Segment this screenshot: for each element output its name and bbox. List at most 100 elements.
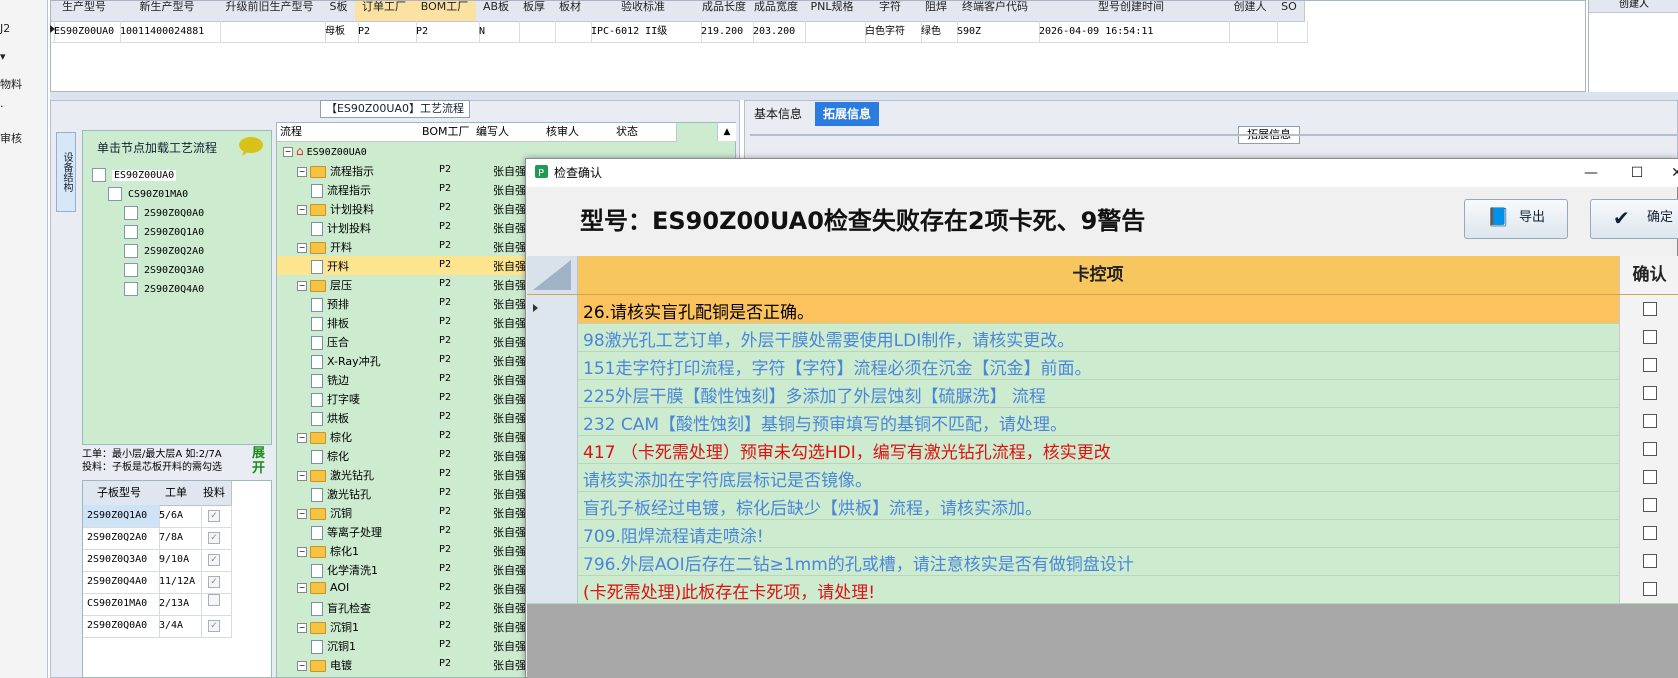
grid-cell[interactable] [1274, 21, 1308, 43]
tab-extended-info[interactable]: 拓展信息 [815, 102, 880, 126]
grid-cell[interactable]: N [476, 21, 520, 43]
column-header[interactable]: S板 [322, 1, 356, 22]
feed-checkbox[interactable]: ✓ [208, 532, 220, 544]
confirm-checkbox[interactable] [1643, 386, 1657, 400]
splitter-bar[interactable] [50, 92, 1678, 100]
confirm-checkbox[interactable] [1643, 582, 1657, 596]
tree-node[interactable]: 2S90Z0Q0A0 [124, 206, 204, 220]
node-checkbox[interactable] [124, 282, 138, 296]
column-header[interactable]: 成品长度 [698, 1, 751, 22]
col-confirm[interactable]: 确认 [1619, 256, 1678, 294]
row-header[interactable] [527, 323, 578, 351]
close-button[interactable]: ✕ [1660, 160, 1678, 186]
collapse-toggle-icon[interactable]: − [297, 433, 307, 443]
maximize-button[interactable]: ☐ [1620, 160, 1654, 186]
confirm-checkbox[interactable] [1643, 442, 1657, 456]
export-button[interactable]: 📘 导出 [1464, 199, 1568, 239]
collapse-toggle-icon[interactable]: − [297, 281, 307, 291]
sub-grid-workorder[interactable]: 2/13A [155, 593, 202, 616]
collapse-toggle-icon[interactable]: − [297, 471, 307, 481]
confirm-checkbox[interactable] [1643, 358, 1657, 372]
confirm-checkbox[interactable] [1643, 414, 1657, 428]
minimize-button[interactable]: — [1574, 160, 1608, 186]
control-item-row[interactable]: 98激光孔工艺订单，外层干膜处需要使用LDI制作，请核实更改。 [527, 323, 1678, 352]
confirm-checkbox[interactable] [1643, 526, 1657, 540]
control-item-row[interactable]: 225外层干膜【酸性蚀刻】多添加了外层蚀刻【硫脲洗】 流程 [527, 379, 1678, 408]
collapse-toggle-icon[interactable]: − [297, 509, 307, 519]
tree-node[interactable]: 2S90Z0Q2A0 [124, 244, 204, 258]
control-item-row[interactable]: 请核实添加在字符底层标记是否镜像。 [527, 463, 1678, 492]
process-grid-header[interactable]: 状态 [613, 123, 677, 142]
tab-device-structure[interactable]: 设备结构 [56, 132, 76, 212]
tree-node[interactable]: ES90Z00UA0 [92, 168, 177, 182]
control-item-row[interactable]: 盲孔子板经过电镀，棕化后缺少【烘板】流程，请核实添加。 [527, 491, 1678, 520]
confirm-checkbox[interactable] [1643, 470, 1657, 484]
grid-cell[interactable] [516, 21, 556, 43]
row-header[interactable] [527, 351, 578, 379]
feed-checkbox[interactable] [208, 594, 220, 606]
column-header[interactable]: 阻焊 [918, 1, 955, 22]
node-checkbox[interactable] [124, 225, 138, 239]
grid-cell[interactable]: 白色字符 [862, 21, 922, 43]
sub-grid-header[interactable]: 投料 [197, 481, 232, 506]
grid-cell[interactable]: 219.200 [698, 21, 754, 43]
node-checkbox[interactable] [124, 206, 138, 220]
confirm-checkbox[interactable] [1643, 330, 1657, 344]
control-item-row[interactable]: 232 CAM【酸性蚀刻】基铜与预审填写的基铜不匹配，请处理。 [527, 407, 1678, 436]
grid-cell[interactable]: 母板 [322, 21, 359, 43]
sub-grid-workorder[interactable]: 5/6A [155, 505, 202, 528]
control-item-row[interactable]: 796.外层AOI后存在二钻≥1mm的孔或槽，请注意核实是否有做铜盘设计 [527, 547, 1678, 576]
grid-cell[interactable] [552, 21, 592, 43]
control-item-row[interactable]: 151走字符打印流程，字符【字符】流程必须在沉金【沉金】前面。 [527, 351, 1678, 380]
process-grid-header[interactable]: 核审人 [543, 123, 617, 142]
feed-checkbox[interactable]: ✓ [208, 576, 220, 588]
sub-grid-model[interactable]: CS90Z01MA0 [83, 593, 160, 616]
node-checkbox[interactable] [124, 244, 138, 258]
feed-checkbox[interactable]: ✓ [208, 510, 220, 522]
sub-grid-feed[interactable] [197, 593, 232, 616]
node-checkbox[interactable] [92, 168, 106, 182]
column-header[interactable]: 订单工厂 [355, 1, 414, 22]
process-grid-header[interactable]: BOM工厂 [419, 123, 477, 142]
row-header[interactable] [527, 435, 578, 463]
column-header[interactable]: 板厚 [516, 1, 553, 22]
confirm-checkbox[interactable] [1643, 302, 1657, 316]
sub-grid-model[interactable]: 2S90Z0Q4A0 [83, 571, 160, 594]
column-header[interactable]: 型号创建时间 [1036, 1, 1227, 22]
column-header[interactable]: SO [1274, 1, 1305, 22]
grid-cell[interactable]: 203.200 [750, 21, 806, 43]
grid-cell[interactable] [217, 21, 326, 43]
node-checkbox[interactable] [124, 263, 138, 277]
collapse-toggle-icon[interactable]: − [283, 147, 293, 157]
row-header[interactable] [527, 519, 578, 547]
process-grid-header[interactable]: 编写人 [473, 123, 547, 142]
left-nav-item[interactable]: J2 [0, 22, 10, 35]
control-item-row[interactable]: 709.阻焊流程请走喷涂! [527, 519, 1678, 548]
confirm-checkbox[interactable] [1643, 498, 1657, 512]
dialog-titlebar[interactable] [526, 159, 1678, 187]
sub-grid-feed[interactable]: ✓ [197, 615, 232, 638]
sub-grid-workorder[interactable]: 9/10A [155, 549, 202, 572]
sub-grid-feed[interactable]: ✓ [197, 527, 232, 550]
control-item-row[interactable]: (卡死需处理)此板存在卡死项，请处理! [527, 575, 1678, 604]
left-nav-item[interactable]: 审核 [0, 130, 22, 146]
tree-node[interactable]: 2S90Z0Q4A0 [124, 282, 204, 296]
column-header[interactable]: 板材 [552, 1, 589, 22]
select-all-corner[interactable] [527, 256, 578, 294]
column-header[interactable]: 创建人 [1226, 1, 1275, 22]
collapse-toggle-icon[interactable]: − [297, 547, 307, 557]
column-header[interactable]: 升级前旧生产型号 [217, 1, 323, 22]
row-header[interactable] [527, 295, 578, 323]
sub-grid-model[interactable]: 2S90Z0Q3A0 [83, 549, 160, 572]
row-header[interactable] [527, 379, 578, 407]
sub-grid-model[interactable]: 2S90Z0Q2A0 [83, 527, 160, 550]
column-header[interactable]: 验收标准 [588, 1, 699, 22]
grid-cell[interactable]: 10011400024881 [117, 21, 221, 43]
grid-cell[interactable]: IPC-6012 II级 [588, 21, 702, 43]
sub-grid-workorder[interactable]: 7/8A [155, 527, 202, 550]
collapse-toggle-icon[interactable]: − [297, 205, 307, 215]
sub-grid-header[interactable]: 工单 [155, 481, 198, 506]
row-header[interactable] [527, 463, 578, 491]
sub-grid-feed[interactable]: ✓ [197, 549, 232, 572]
left-nav-item[interactable]: 物料 [0, 76, 22, 92]
